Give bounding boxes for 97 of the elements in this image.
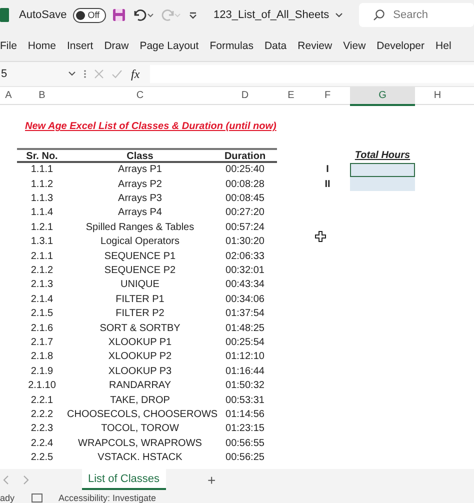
table-cell-text: 00:32:01 <box>224 264 266 276</box>
column-header[interactable]: H <box>415 87 460 106</box>
table-cell-text: SORT & SORTBY <box>98 322 182 334</box>
table-cell-text: 1.2.1 <box>30 222 54 233</box>
ribbon-tab[interactable]: View <box>343 40 366 52</box>
table-cell-text: 00:56:25 <box>224 452 266 464</box>
table-cell-text: 1.1.2 <box>30 178 54 190</box>
table-cell-text: FILTER P1 <box>114 294 166 305</box>
table-cell-text: 01:16:44 <box>224 366 266 377</box>
table-cell-text: 00:08:28 <box>224 178 266 190</box>
accessibility-status[interactable]: Accessibility: Investigate <box>58 493 156 503</box>
table-cell-text: 01:37:54 <box>224 308 266 320</box>
table-cell-text: XLOOKUP P2 <box>107 351 173 362</box>
table-cell-text: VSTACK. HSTACK <box>96 452 184 464</box>
table-cell-text: Arrays P2 <box>117 178 163 190</box>
table-cell-text: 01:48:25 <box>224 322 266 334</box>
table-cell-text: 2.1.7 <box>30 336 54 348</box>
name-box[interactable]: 5 <box>1 68 61 80</box>
table-cell-text: FILTER P2 <box>114 308 166 320</box>
table-cell-text: 2.1.5 <box>30 308 54 320</box>
column-header[interactable]: F <box>305 87 350 106</box>
table-cell-text: 01:23:15 <box>224 423 266 434</box>
table-cell-text: 00:25:40 <box>224 164 266 176</box>
ribbon-tab[interactable]: Data <box>264 40 287 52</box>
table-cell-text: 00:27:20 <box>224 207 266 218</box>
table-cell-text: 01:50:32 <box>224 380 266 392</box>
table-cell-text: Spilled Ranges & Tables <box>84 222 196 233</box>
table-cell-text: TAKE, DROP <box>109 394 171 406</box>
table-header: Duration <box>213 148 277 163</box>
table-cell-text: 2.2.5 <box>30 452 54 464</box>
table-cell-text: 2.1.6 <box>30 322 54 334</box>
table-cell-text: 2.1.1 <box>30 250 54 262</box>
table-cell-text: WRAPCOLS, WRAPROWS <box>77 438 203 449</box>
ribbon-tab[interactable]: Page Layout <box>140 40 199 52</box>
ribbon-tab[interactable]: Review <box>298 40 332 52</box>
column-header[interactable]: E <box>277 87 305 106</box>
ribbon-tab[interactable]: Formulas <box>210 40 254 52</box>
table-header: Sr. No. <box>17 148 67 163</box>
autosave-label: AutoSave <box>19 9 67 21</box>
ribbon-tab[interactable]: Home <box>28 40 56 52</box>
table-cell-text: SEQUENCE P1 <box>103 250 177 262</box>
table-cell-text: TOCOL, TOROW <box>100 423 180 434</box>
table-cell-text: 01:30:20 <box>224 236 266 248</box>
table-cell-text: XLOOKUP P1 <box>107 336 173 348</box>
table-cell-text: SEQUENCE P2 <box>103 264 177 276</box>
table-cell-text: UNIQUE <box>120 279 160 290</box>
table-header: Class <box>67 148 213 163</box>
insert-function-button[interactable]: fx <box>131 66 140 82</box>
row-label: II <box>324 178 332 190</box>
table-cell-text: 2.1.4 <box>30 294 54 305</box>
column-header[interactable]: D <box>213 87 277 106</box>
add-sheet-button[interactable]: + <box>202 470 222 488</box>
ribbon-tab[interactable]: Hel <box>436 40 452 52</box>
column-header[interactable]: B <box>17 87 67 106</box>
table-cell-text: 00:34:06 <box>224 294 266 305</box>
sheet-title: New Age Excel List of Classes & Duration (until now) <box>24 121 278 132</box>
table-cell-text: 00:08:45 <box>224 193 266 204</box>
table-cell-text: 1.1.4 <box>30 207 54 218</box>
table-cell-text: 2.1.8 <box>30 351 54 362</box>
table-cell-text: 2.2.2 <box>30 408 54 420</box>
total-hours-label: Total Hours <box>354 150 412 161</box>
autosave-toggle[interactable]: Off <box>72 8 106 22</box>
table-cell-text: 2.2.3 <box>30 423 54 434</box>
table-cell-text: 00:43:34 <box>224 279 266 290</box>
row-label: I <box>325 164 330 176</box>
ribbon-tab[interactable]: File <box>0 40 17 52</box>
table-cell-text: 02:06:33 <box>224 250 266 262</box>
table-cell-text: 00:25:54 <box>224 336 266 348</box>
table-cell-text: 00:53:31 <box>224 394 266 406</box>
table-cell-text: 00:57:24 <box>224 222 266 233</box>
table-cell-text: Arrays P3 <box>117 193 163 204</box>
column-header[interactable]: G <box>350 87 415 106</box>
table-cell-text: XLOOKUP P3 <box>107 366 173 377</box>
table-cell-text: 2.2.1 <box>30 394 54 406</box>
table-cell-text: 2.1.10 <box>27 380 57 392</box>
table-cell-text: Arrays P1 <box>117 164 163 176</box>
table-cell-text: 2.2.4 <box>30 438 54 449</box>
ribbon-tab[interactable]: Developer <box>376 40 425 52</box>
table-cell-text: 1.1.1 <box>30 164 54 176</box>
file-name[interactable]: 123_List_of_All_Sheets <box>214 9 330 21</box>
column-header[interactable]: A <box>0 87 17 106</box>
ribbon-tab[interactable]: Draw <box>104 40 129 52</box>
table-cell-text: Logical Operators <box>100 236 180 248</box>
status-mode: ady <box>0 493 15 503</box>
search-field[interactable]: Search <box>359 3 474 27</box>
table-cell-text: 1.1.3 <box>30 193 54 204</box>
table-cell-text: 2.1.9 <box>30 366 54 377</box>
ribbon-tab[interactable]: Insert <box>66 40 94 52</box>
table-cell-text: Arrays P4 <box>117 207 163 218</box>
table-cell-text: 1.3.1 <box>30 236 54 248</box>
table-cell-text: 01:12:10 <box>224 351 266 362</box>
column-header[interactable]: C <box>67 87 213 106</box>
table-cell-text: 00:56:55 <box>224 438 266 449</box>
table-cell-text: 2.1.3 <box>30 279 54 290</box>
sheet-tab[interactable]: List of Classes <box>82 469 166 490</box>
table-cell-text: 2.1.2 <box>30 264 54 276</box>
table-cell-text: RANDARRAY <box>108 380 172 392</box>
